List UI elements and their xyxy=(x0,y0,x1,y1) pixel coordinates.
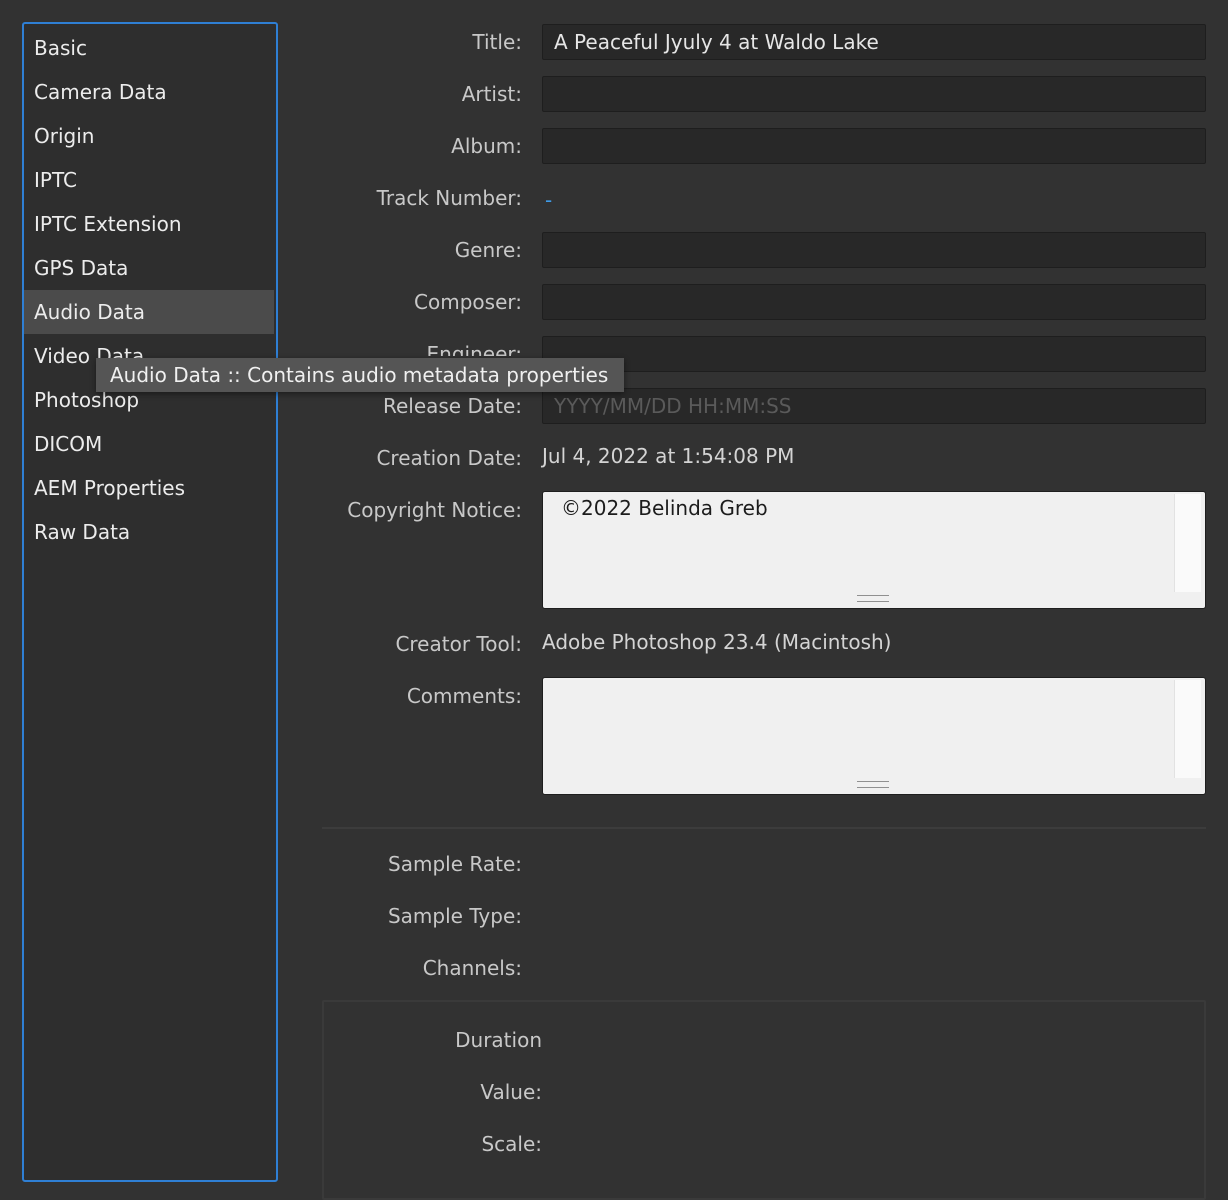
artist-label: Artist: xyxy=(461,82,522,106)
album-field[interactable] xyxy=(542,128,1206,164)
comments-resize-grip[interactable] xyxy=(857,781,889,788)
creator-tool-value: Adobe Photoshop 23.4 (Macintosh) xyxy=(542,630,892,654)
sidebar-item-dicom[interactable]: DICOM xyxy=(24,422,274,466)
sidebar-item-iptc[interactable]: IPTC xyxy=(24,158,274,202)
copyright-notice-resize-grip[interactable] xyxy=(857,595,889,602)
channels-label: Channels: xyxy=(422,956,522,980)
comments-textarea[interactable] xyxy=(542,677,1206,795)
genre-label: Genre: xyxy=(454,238,522,262)
engineer-label: Engineer: xyxy=(426,342,522,356)
sidebar-item-camera-data[interactable]: Camera Data xyxy=(24,70,274,114)
duration-heading: Duration xyxy=(455,1028,542,1052)
artist-field[interactable] xyxy=(542,76,1206,112)
composer-label: Composer: xyxy=(414,290,522,314)
comments-scrollbar[interactable] xyxy=(1174,680,1201,778)
track-number-label: Track Number: xyxy=(376,186,522,210)
release-date-placeholder: YYYY/MM/DD HH:MM:SS xyxy=(554,394,792,418)
sidebar-item-gps-data[interactable]: GPS Data xyxy=(24,246,274,290)
copyright-notice-text: ©2022 Belinda Greb xyxy=(561,496,768,520)
release-date-label: Release Date: xyxy=(382,394,522,418)
section-divider xyxy=(322,827,1206,829)
sidebar-item-basic[interactable]: Basic xyxy=(24,26,274,70)
sidebar-item-iptc-extension[interactable]: IPTC Extension xyxy=(24,202,274,246)
composer-field[interactable] xyxy=(542,284,1206,320)
title-label: Title: xyxy=(472,30,522,54)
title-field[interactable]: A Peaceful Jyuly 4 at Waldo Lake xyxy=(542,24,1206,60)
engineer-field[interactable] xyxy=(542,336,1206,372)
category-sidebar[interactable]: Basic Camera Data Origin IPTC IPTC Exten… xyxy=(22,22,278,1182)
copyright-notice-textarea[interactable]: ©2022 Belinda Greb xyxy=(542,491,1206,609)
creation-date-label: Creation Date: xyxy=(376,446,522,470)
track-number-value[interactable]: - xyxy=(545,182,552,218)
creation-date-value: Jul 4, 2022 at 1:54:08 PM xyxy=(542,444,795,468)
copyright-notice-label: Copyright Notice: xyxy=(347,498,522,522)
sidebar-item-origin[interactable]: Origin xyxy=(24,114,274,158)
duration-value-label: Value: xyxy=(480,1080,542,1104)
sample-rate-label: Sample Rate: xyxy=(388,852,522,876)
album-label: Album: xyxy=(451,134,522,158)
sidebar-item-raw-data[interactable]: Raw Data xyxy=(24,510,274,554)
comments-label: Comments: xyxy=(406,684,522,708)
audio-data-tooltip: Audio Data :: Contains audio metadata pr… xyxy=(96,358,625,392)
sidebar-item-audio-data[interactable]: Audio Data xyxy=(24,290,274,334)
sidebar-item-aem-properties[interactable]: AEM Properties xyxy=(24,466,274,510)
genre-field[interactable] xyxy=(542,232,1206,268)
release-date-field[interactable]: YYYY/MM/DD HH:MM:SS xyxy=(542,388,1206,424)
creator-tool-label: Creator Tool: xyxy=(395,632,522,656)
sample-type-label: Sample Type: xyxy=(387,904,522,928)
copyright-notice-scrollbar[interactable] xyxy=(1174,494,1201,592)
duration-scale-label: Scale: xyxy=(481,1132,542,1156)
